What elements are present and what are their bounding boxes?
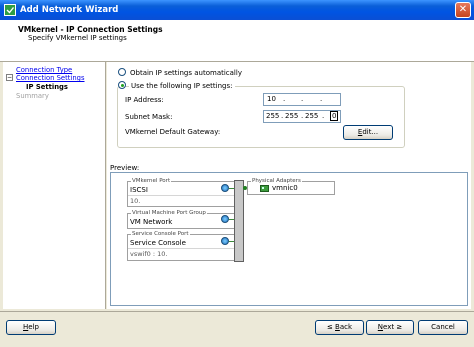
close-icon[interactable]: ✕	[455, 2, 471, 18]
vmkernel-port-ip: 10.	[130, 197, 141, 205]
nic-icon	[260, 185, 269, 192]
service-console-name: Service Console	[130, 239, 186, 247]
page-title: VMkernel - IP Connection Settings	[18, 25, 163, 34]
use-following-radio[interactable]	[118, 81, 126, 89]
edit-gateway-button[interactable]: Edit...	[343, 125, 393, 140]
page-subtitle: Specify VMkernel IP settings	[28, 34, 127, 42]
ip-address-label: IP Address:	[125, 96, 164, 104]
use-following-label[interactable]: Use the following IP settings:	[129, 82, 235, 90]
edit-button-label: dit...	[362, 128, 379, 136]
vm-port-group-box: Virtual Machine Port Group VM Network	[127, 210, 237, 229]
step-ip-settings: IP Settings	[26, 83, 68, 91]
next-button[interactable]: Next ≥	[366, 320, 414, 335]
footer-divider	[0, 311, 474, 312]
back-prefix: ≤	[326, 323, 336, 331]
vmkernel-port-caption: VMkernel Port	[131, 178, 172, 184]
gateway-label: VMkernel Default Gateway:	[125, 128, 221, 136]
service-console-caption: Service Console Port	[131, 231, 190, 237]
obtain-auto-radio[interactable]	[118, 68, 126, 76]
help-button[interactable]: Help	[6, 320, 56, 335]
next-label: ext ≥	[383, 323, 403, 331]
service-console-divider	[128, 248, 236, 249]
subnet-dot-3: .	[322, 112, 325, 120]
ip-address-dot-1: .	[283, 95, 286, 103]
vm-port-group-caption: Virtual Machine Port Group	[131, 210, 207, 216]
vmkernel-divider	[128, 195, 236, 196]
subnet-octet-4: 0	[332, 112, 337, 120]
nic-name: vmnic0	[272, 184, 298, 192]
port-icon	[221, 237, 229, 245]
subnet-dot-2: .	[301, 112, 304, 120]
subnet-octet-1: 255	[266, 112, 280, 120]
wizard-steps-sidebar: Connection Type − Connection Settings IP…	[3, 62, 106, 309]
vmkernel-port-box: VMkernel Port ISCSI 10.	[127, 178, 237, 207]
virtual-switch-bar	[234, 180, 244, 262]
service-console-detail: vswif0 : 10.	[130, 250, 168, 258]
wizard-header: VMkernel - IP Connection Settings Specif…	[0, 20, 474, 62]
step-connection-type[interactable]: Connection Type	[16, 66, 72, 74]
subnet-mask-label: Subnet Mask:	[125, 113, 173, 121]
ip-address-field[interactable]: 10 . . .	[263, 93, 341, 106]
subnet-octet-2: 255	[285, 112, 299, 120]
window-titlebar: Add Network Wizard ✕	[0, 0, 474, 20]
obtain-auto-label[interactable]: Obtain IP settings automatically	[130, 69, 242, 77]
service-console-box: Service Console Port Service Console vsw…	[127, 231, 237, 261]
help-label: elp	[28, 323, 39, 331]
cancel-button[interactable]: Cancel	[418, 320, 468, 335]
physical-adapters-box: Physical Adapters vmnic0	[247, 178, 335, 195]
back-button[interactable]: ≤ Back	[315, 320, 364, 335]
step-connection-settings[interactable]: Connection Settings	[16, 74, 85, 82]
subnet-octet-3: 255	[305, 112, 319, 120]
vm-port-group-name: VM Network	[130, 218, 173, 226]
ip-address-dot-3: .	[320, 95, 323, 103]
step-summary: Summary	[16, 92, 49, 100]
preview-label: Preview:	[110, 164, 140, 172]
back-label: ack	[339, 323, 353, 331]
window-title: Add Network Wizard	[20, 5, 119, 15]
ip-address-dot-2: .	[301, 95, 304, 103]
subnet-dot-1: .	[281, 112, 284, 120]
collapse-icon[interactable]: −	[6, 74, 13, 81]
port-icon	[221, 215, 229, 223]
port-icon	[221, 184, 229, 192]
subnet-mask-field[interactable]: 255 . 255 . 255 . 0	[263, 110, 341, 123]
ip-address-octet-1: 10	[267, 95, 276, 103]
vmkernel-port-name: ISCSI	[130, 186, 148, 194]
wizard-icon	[4, 4, 16, 16]
